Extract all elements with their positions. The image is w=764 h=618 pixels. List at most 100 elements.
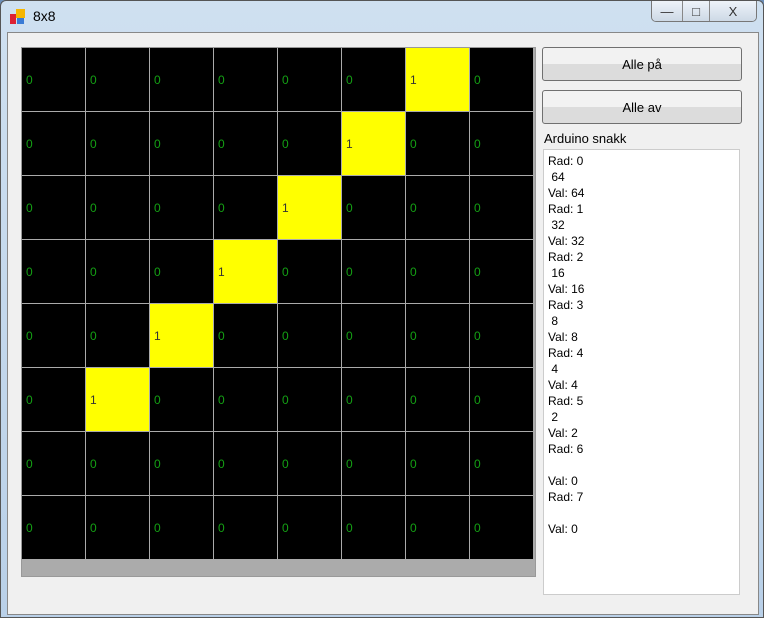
log-line: Rad: 3 — [548, 298, 584, 312]
log-line: Val: 0 — [548, 522, 578, 536]
led-cell[interactable]: 0 — [22, 368, 85, 431]
led-cell[interactable]: 0 — [406, 112, 469, 175]
client-area: 0000001000000100000010000001000000100000… — [7, 32, 759, 615]
led-cell[interactable]: 0 — [22, 176, 85, 239]
led-cell[interactable]: 0 — [342, 240, 405, 303]
led-cell[interactable]: 0 — [214, 496, 277, 559]
log-line: Val: 8 — [548, 330, 578, 344]
led-cell[interactable]: 0 — [22, 304, 85, 367]
led-cell[interactable]: 0 — [342, 368, 405, 431]
led-cell[interactable]: 0 — [214, 368, 277, 431]
led-cell[interactable]: 0 — [406, 432, 469, 495]
led-cell[interactable]: 0 — [470, 240, 533, 303]
led-cell[interactable]: 0 — [150, 496, 213, 559]
led-cell[interactable]: 0 — [278, 304, 341, 367]
led-cell[interactable]: 0 — [86, 176, 149, 239]
log-line: 8 — [548, 314, 559, 328]
log-line: Val: 16 — [548, 282, 585, 296]
led-cell[interactable]: 0 — [214, 176, 277, 239]
led-cell[interactable]: 1 — [214, 240, 277, 303]
led-cell[interactable]: 0 — [342, 176, 405, 239]
log-line: Rad: 0 — [548, 154, 584, 168]
led-cell[interactable]: 0 — [278, 496, 341, 559]
led-cell[interactable]: 0 — [278, 240, 341, 303]
led-cell[interactable]: 0 — [470, 368, 533, 431]
close-icon: X — [728, 3, 738, 19]
led-cell[interactable]: 0 — [86, 496, 149, 559]
log-line: 2 — [548, 410, 559, 424]
close-button[interactable]: X — [709, 1, 756, 21]
led-cell[interactable]: 1 — [150, 304, 213, 367]
led-cell[interactable]: 0 — [86, 112, 149, 175]
log-line: Val: 0 — [548, 474, 578, 488]
led-cell[interactable]: 1 — [342, 112, 405, 175]
led-cell[interactable]: 0 — [342, 48, 405, 111]
led-cell[interactable]: 0 — [406, 176, 469, 239]
led-cell[interactable]: 0 — [406, 304, 469, 367]
led-cell[interactable]: 0 — [278, 112, 341, 175]
led-cell[interactable]: 0 — [278, 368, 341, 431]
log-line: Rad: 4 — [548, 346, 584, 360]
led-cell[interactable]: 0 — [214, 48, 277, 111]
led-cell[interactable]: 0 — [342, 496, 405, 559]
log-line: Rad: 2 — [548, 250, 584, 264]
led-cell[interactable]: 0 — [86, 240, 149, 303]
log-line: 16 — [548, 266, 565, 280]
led-cell[interactable]: 0 — [22, 240, 85, 303]
led-cell[interactable]: 0 — [214, 432, 277, 495]
maximize-icon: □ — [692, 3, 700, 19]
led-cell[interactable]: 0 — [470, 496, 533, 559]
log-line: Rad: 7 — [548, 490, 584, 504]
minimize-icon: — — [660, 3, 674, 19]
led-cell[interactable]: 1 — [406, 48, 469, 111]
log-line: 32 — [548, 218, 565, 232]
minimize-button[interactable]: — — [652, 1, 682, 21]
led-cell[interactable]: 0 — [150, 368, 213, 431]
led-cell[interactable]: 0 — [278, 432, 341, 495]
led-cell[interactable]: 0 — [406, 368, 469, 431]
led-cell[interactable]: 0 — [86, 432, 149, 495]
led-grid-panel: 0000001000000100000010000001000000100000… — [21, 47, 536, 577]
led-cell[interactable]: 0 — [150, 112, 213, 175]
led-cell[interactable]: 0 — [22, 432, 85, 495]
led-cell[interactable]: 0 — [22, 496, 85, 559]
led-grid: 0000001000000100000010000001000000100000… — [22, 48, 533, 559]
led-cell[interactable]: 0 — [150, 240, 213, 303]
led-cell[interactable]: 0 — [470, 432, 533, 495]
maximize-button[interactable]: □ — [682, 1, 709, 21]
led-cell[interactable]: 0 — [470, 304, 533, 367]
log-line: 4 — [548, 362, 559, 376]
led-cell[interactable]: 0 — [22, 48, 85, 111]
led-cell[interactable]: 0 — [150, 432, 213, 495]
led-cell[interactable]: 0 — [278, 48, 341, 111]
led-cell[interactable]: 1 — [86, 368, 149, 431]
log-label: Arduino snakk — [544, 131, 627, 146]
window-title: 8x8 — [33, 8, 56, 24]
led-cell[interactable]: 0 — [150, 176, 213, 239]
led-cell[interactable]: 0 — [470, 112, 533, 175]
app-window: 8x8 — □ X 000000100000010000001000000100… — [0, 0, 764, 618]
log-line: Val: 4 — [548, 378, 578, 392]
log-line: Rad: 6 — [548, 442, 584, 456]
led-cell[interactable]: 0 — [86, 304, 149, 367]
all-on-button[interactable]: Alle på — [542, 47, 742, 81]
all-off-button[interactable]: Alle av — [542, 90, 742, 124]
led-cell[interactable]: 0 — [342, 304, 405, 367]
led-cell[interactable]: 0 — [406, 496, 469, 559]
led-cell[interactable]: 0 — [470, 176, 533, 239]
led-cell[interactable]: 0 — [214, 304, 277, 367]
led-cell[interactable]: 0 — [214, 112, 277, 175]
log-line: Rad: 5 — [548, 394, 584, 408]
arduino-log-textbox[interactable]: Rad: 0 64 Val: 64 Rad: 1 32 Val: 32 Rad: 2 1… — [543, 149, 740, 595]
led-cell[interactable]: 0 — [342, 432, 405, 495]
led-cell[interactable]: 0 — [86, 48, 149, 111]
led-cell[interactable]: 0 — [22, 112, 85, 175]
log-line: Rad: 1 — [548, 202, 584, 216]
led-cell[interactable]: 1 — [278, 176, 341, 239]
led-cell[interactable]: 0 — [406, 240, 469, 303]
app-icon — [10, 9, 26, 25]
led-cell[interactable]: 0 — [150, 48, 213, 111]
led-cell[interactable]: 0 — [470, 48, 533, 111]
